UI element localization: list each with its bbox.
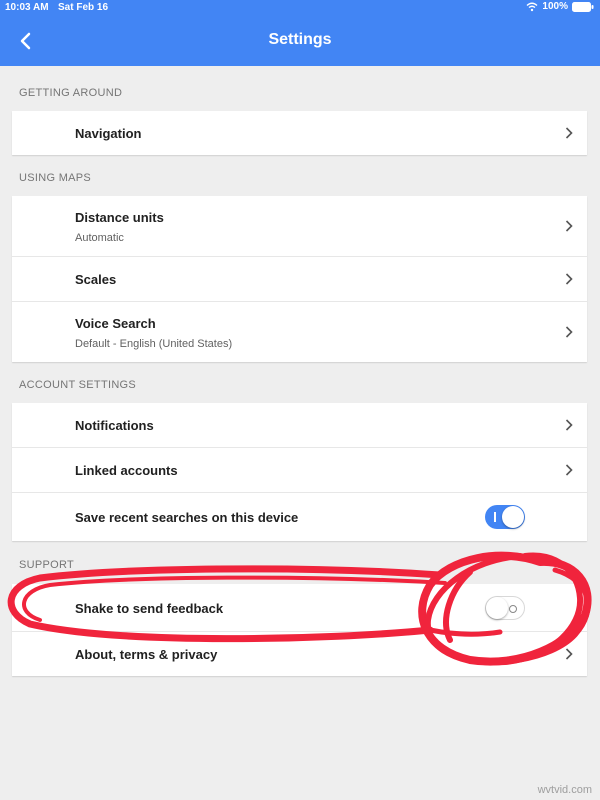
toggle-knob: [502, 506, 524, 528]
section-label-getting-around: GETTING AROUND: [19, 87, 123, 99]
save-recent-searches-toggle[interactable]: [485, 505, 525, 529]
battery-percent: 100%: [542, 1, 568, 12]
settings-item-save-recent-searches: Save recent searches on this device: [12, 493, 587, 541]
item-title: Navigation: [75, 126, 142, 141]
status-bar: 10:03 AM Sat Feb 16 100%: [0, 0, 600, 16]
watermark: wvtvid.com: [537, 784, 592, 796]
settings-item-about-terms-privacy[interactable]: About, terms & privacy: [12, 632, 587, 676]
settings-item-voice-search[interactable]: Voice Search Default - English (United S…: [12, 302, 587, 362]
chevron-right-icon: [565, 326, 573, 338]
settings-item-linked-accounts[interactable]: Linked accounts: [12, 448, 587, 493]
settings-item-notifications[interactable]: Notifications: [12, 403, 587, 448]
chevron-right-icon: [565, 220, 573, 232]
status-time: 10:03 AM: [5, 2, 49, 13]
item-subtitle: Automatic: [75, 232, 124, 244]
card-account-settings: Notifications Linked accounts Save recen…: [12, 403, 587, 541]
card-getting-around: Navigation: [12, 111, 587, 155]
status-date: Sat Feb 16: [58, 2, 109, 13]
shake-to-send-feedback-toggle[interactable]: [485, 595, 525, 620]
toggle-on-mark: [494, 512, 496, 522]
toggle-knob: [486, 596, 508, 619]
status-indicators: 100%: [526, 1, 594, 12]
item-title: Shake to send feedback: [75, 601, 224, 616]
item-title: Save recent searches on this device: [75, 510, 299, 525]
item-subtitle: Default - English (United States): [75, 338, 233, 350]
battery-icon: [572, 1, 594, 12]
item-title: Distance units: [75, 210, 164, 225]
card-using-maps: Distance units Automatic Scales Voice Se…: [12, 196, 587, 362]
item-title: Notifications: [75, 418, 154, 433]
page-title: Settings: [268, 31, 332, 48]
item-title: About, terms & privacy: [75, 647, 218, 662]
item-title: Scales: [75, 272, 117, 287]
toggle-off-mark: [509, 604, 517, 613]
item-title: Linked accounts: [75, 463, 178, 478]
settings-item-scales[interactable]: Scales: [12, 257, 587, 302]
chevron-right-icon: [565, 464, 573, 476]
item-title: Voice Search: [75, 316, 156, 331]
chevron-right-icon: [565, 273, 573, 285]
chevron-right-icon: [565, 419, 573, 431]
chevron-right-icon: [565, 648, 573, 660]
settings-item-navigation[interactable]: Navigation: [12, 111, 587, 155]
app-header: 10:03 AM Sat Feb 16 100% Settings: [0, 0, 600, 66]
card-support: Shake to send feedback About, terms & pr…: [12, 584, 587, 676]
section-label-account-settings: ACCOUNT SETTINGS: [19, 379, 137, 391]
section-label-using-maps: USING MAPS: [19, 172, 92, 184]
section-label-support: SUPPORT: [19, 559, 75, 571]
chevron-right-icon: [565, 127, 573, 139]
settings-item-shake-to-send-feedback: Shake to send feedback: [12, 584, 587, 632]
settings-item-distance-units[interactable]: Distance units Automatic: [12, 196, 587, 257]
wifi-icon: [526, 2, 538, 12]
